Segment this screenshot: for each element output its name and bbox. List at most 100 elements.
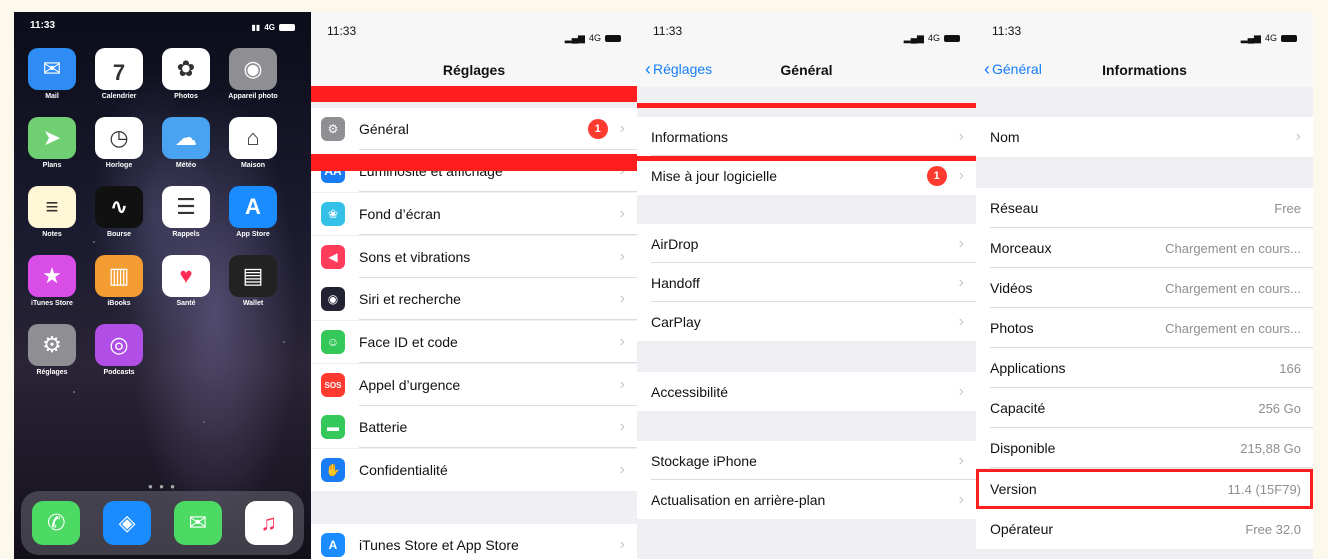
settings-row-wallpaper[interactable]: ❀ Fond d’écran › [311,193,637,235]
row-label: Mise à jour logicielle [651,167,778,184]
settings-row-siri[interactable]: ◉ Siri et recherche › [311,278,637,320]
signal-icon: ▂▄▆ [564,32,585,43]
page-dots: ● ● ● [148,482,177,491]
settings-row-battery[interactable]: ▬ Batterie › [311,406,637,448]
app-label: Calendrier [101,93,137,100]
app-maps[interactable]: ➤ Plans [24,117,80,169]
row-label: Appel d’urgence [359,377,461,393]
app-itunes[interactable]: ★ iTunes Store [24,255,80,307]
general-row[interactable]: Informations › [637,117,976,156]
battery-icon [279,23,295,31]
status-bar: 11:33 ▂▄▆ 4G [311,12,637,52]
safari-icon[interactable]: ◈ [103,501,152,545]
reminders-icon: ☰ [162,186,210,228]
app-home[interactable]: ⌂ Maison [225,117,281,169]
app-weather[interactable]: ☁ Météo [158,117,214,169]
app-reminders[interactable]: ☰ Rappels [158,186,214,238]
phone-icon[interactable]: ✆ [32,501,81,545]
general-row[interactable]: Actualisation en arrière-plan › [637,480,976,519]
settings-row-sounds[interactable]: ◀ Sons et vibrations › [311,236,637,278]
home-icon: ⌂ [229,117,277,159]
row-label: Stockage iPhone [651,452,757,469]
music-icon[interactable]: ♫ [244,501,293,545]
row-label: AirDrop [651,235,699,252]
battery-icon [1281,34,1297,42]
row-value: Chargement en cours... [1165,280,1301,296]
app-label: Notes [42,231,62,238]
app-mail[interactable]: ✉ Mail [24,48,80,100]
settings-icon: ⚙ [28,324,76,366]
app-camera[interactable]: ◉ Appareil photo [225,48,281,100]
photos-icon: ✿ [162,48,210,90]
info-row: Applications 166 [976,348,1313,388]
app-label: App Store [236,231,270,238]
app-appstore[interactable]: A App Store [225,186,281,238]
settings-row-appstore-row[interactable]: AiTunes Store et App Store › [311,524,637,559]
general-row[interactable]: Mise à jour logicielle 1 › [637,156,976,195]
version-highlight-box [976,469,1313,509]
messages-icon[interactable]: ✉ [173,501,222,545]
signal-icon: ▂▄▆ [903,32,924,43]
general-row[interactable]: Accessibilité › [637,372,976,411]
info-row[interactable]: Nom › [976,117,1313,157]
dock: ✆ ◈ ✉ ♫ [21,491,304,555]
settings-row-privacy[interactable]: ✋ Confidentialité › [311,449,637,491]
status-time: 11:33 [653,24,683,38]
informations-screen: 11:33 ▂▄▆ 4G ‹ Général Informations Nom ›… [976,12,1313,559]
row-value: Chargement en cours... [1165,240,1301,256]
app-health[interactable]: ♥ Santé [158,255,214,307]
app-ibooks[interactable]: ▥ iBooks [91,255,147,307]
app-wallet[interactable]: ▤ Wallet [225,255,281,307]
signal-icon: ▮▮ [251,22,261,32]
settings-row-faceid[interactable]: ☺ Face ID et code › [311,321,637,363]
app-calendar[interactable]: 7 Calendrier [91,48,147,100]
row-value: Free 32.0 [1245,521,1301,537]
highlight-bar-top [311,86,637,102]
row-label: Morceaux [990,240,1052,256]
row-label: Applications [990,360,1066,376]
row-value: 215,88 Go [1240,440,1301,456]
siri-icon: ◉ [321,287,345,311]
network-label: 4G [927,33,940,43]
row-label: Nom [990,129,1020,145]
chevron-right-icon: › [958,273,964,291]
battery-icon [944,34,960,42]
app-label: Météo [175,162,197,169]
chevron-right-icon: › [619,461,625,478]
page-title: Général [780,62,833,78]
nav-bar: ‹ Réglages Général [637,52,976,87]
row-label: Face ID et code [359,334,458,350]
settings-row-general[interactable]: ⚙ Général 1 › [311,108,637,150]
general-row[interactable]: Stockage iPhone › [637,441,976,480]
app-clock[interactable]: ◷ Horloge [91,117,147,169]
camera-icon: ◉ [229,48,277,90]
clock-icon: ◷ [95,117,143,159]
app-label: Horloge [105,162,133,169]
podcasts-icon: ◎ [95,324,143,366]
chevron-right-icon: › [958,166,964,184]
page-title: Informations [1102,62,1187,78]
chevron-right-icon: › [619,536,625,553]
status-bar: 11:33 ▂▄▆ 4G [637,12,976,52]
app-notes[interactable]: ≡ Notes [24,186,80,238]
app-podcasts[interactable]: ◎ Podcasts [91,324,147,376]
settings-row-sos[interactable]: SOS Appel d’urgence › [311,364,637,406]
app-stocks[interactable]: ∿ Bourse [91,186,147,238]
app-label: Wallet [242,300,264,307]
general-row[interactable]: AirDrop › [637,224,976,263]
row-label: Informations [651,128,729,145]
info-row: Photos Chargement en cours... [976,308,1313,348]
app-settings[interactable]: ⚙ Réglages [24,324,80,376]
info-row: Réseau Free [976,188,1313,228]
sounds-icon: ◀ [321,245,345,269]
app-photos[interactable]: ✿ Photos [158,48,214,100]
general-row[interactable]: Handoff › [637,263,976,302]
app-label: Podcasts [103,369,135,376]
row-label: iTunes Store et App Store [359,537,519,553]
row-label: Opérateur [990,521,1054,537]
mail-icon: ✉ [28,48,76,90]
general-row[interactable]: CarPlay › [637,302,976,341]
notification-badge: 1 [587,119,608,139]
app-label: Bourse [106,231,132,238]
row-label: Disponible [990,440,1056,456]
